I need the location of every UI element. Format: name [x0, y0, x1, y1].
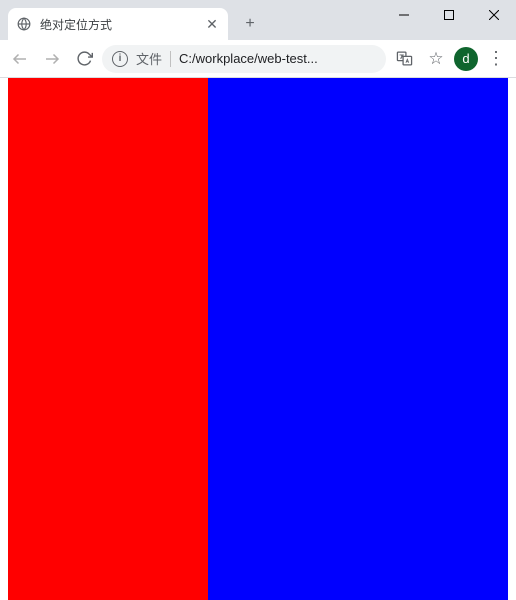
reload-button[interactable] — [70, 45, 98, 73]
bookmark-button[interactable]: ☆ — [422, 45, 450, 73]
url-prefix: 文件 — [136, 49, 162, 68]
info-icon: i — [112, 51, 128, 67]
address-bar[interactable]: i 文件 C:/workplace/web-test... — [102, 45, 386, 73]
globe-icon — [16, 16, 32, 32]
page-viewport — [0, 78, 516, 600]
window-controls — [381, 0, 516, 30]
titlebar: 绝对定位方式 ✕ + — [0, 0, 516, 40]
browser-tab[interactable]: 绝对定位方式 ✕ — [8, 8, 228, 40]
maximize-button[interactable] — [426, 0, 471, 30]
tab-title: 绝对定位方式 — [40, 16, 196, 33]
forward-button[interactable] — [38, 45, 66, 73]
menu-button[interactable]: ⋮ — [482, 45, 510, 73]
url-text: C:/workplace/web-test... — [179, 51, 376, 66]
back-button[interactable] — [6, 45, 34, 73]
minimize-button[interactable] — [381, 0, 426, 30]
tab-close-button[interactable]: ✕ — [204, 16, 220, 32]
new-tab-button[interactable]: + — [238, 12, 262, 36]
blue-block — [208, 78, 508, 600]
window-close-button[interactable] — [471, 0, 516, 30]
separator — [170, 51, 171, 67]
red-block — [8, 78, 208, 600]
profile-avatar[interactable]: d — [454, 47, 478, 71]
translate-icon[interactable] — [390, 45, 418, 73]
toolbar: i 文件 C:/workplace/web-test... ☆ d ⋮ — [0, 40, 516, 78]
